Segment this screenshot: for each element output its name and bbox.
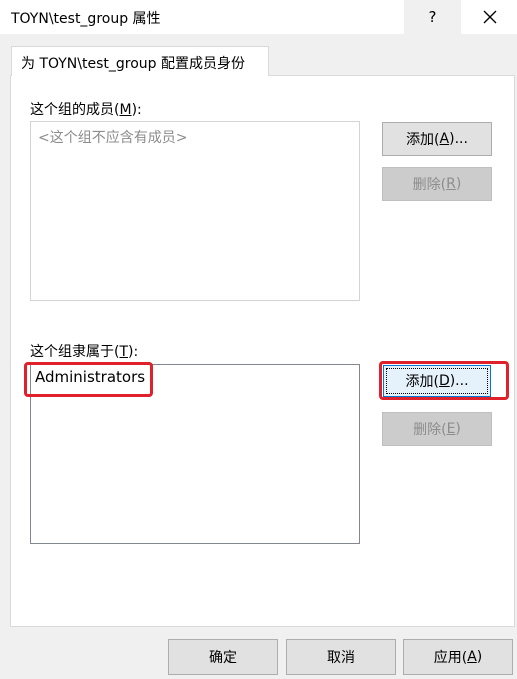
- highlight-administrators: [24, 362, 153, 397]
- remove-member-button[interactable]: 删除(R): [382, 167, 492, 201]
- ok-button[interactable]: 确定: [168, 639, 278, 675]
- tab-label: 为 TOYN\test_group 配置成员身份: [21, 56, 245, 72]
- close-icon: [483, 10, 496, 24]
- apply-button[interactable]: 应用(A): [403, 639, 513, 675]
- title-bar: TOYN\test_group 属性 ?: [0, 0, 517, 34]
- members-label: 这个组的成员(M):: [30, 102, 142, 118]
- member-of-label: 这个组隶属于(T):: [30, 344, 139, 360]
- highlight-add-button: [379, 361, 509, 400]
- help-button[interactable]: ?: [404, 0, 461, 34]
- add-member-button[interactable]: 添加(A)...: [382, 122, 492, 156]
- help-icon: ?: [428, 8, 437, 26]
- close-button[interactable]: [461, 0, 517, 34]
- cancel-button[interactable]: 取消: [286, 639, 396, 675]
- tab-member-of[interactable]: 为 TOYN\test_group 配置成员身份: [11, 46, 269, 76]
- members-list[interactable]: <这个组不应含有成员>: [30, 121, 360, 301]
- remove-member-of-button[interactable]: 删除(E): [382, 412, 492, 446]
- members-placeholder: <这个组不应含有成员>: [38, 130, 188, 146]
- window-title: TOYN\test_group 属性: [11, 11, 161, 27]
